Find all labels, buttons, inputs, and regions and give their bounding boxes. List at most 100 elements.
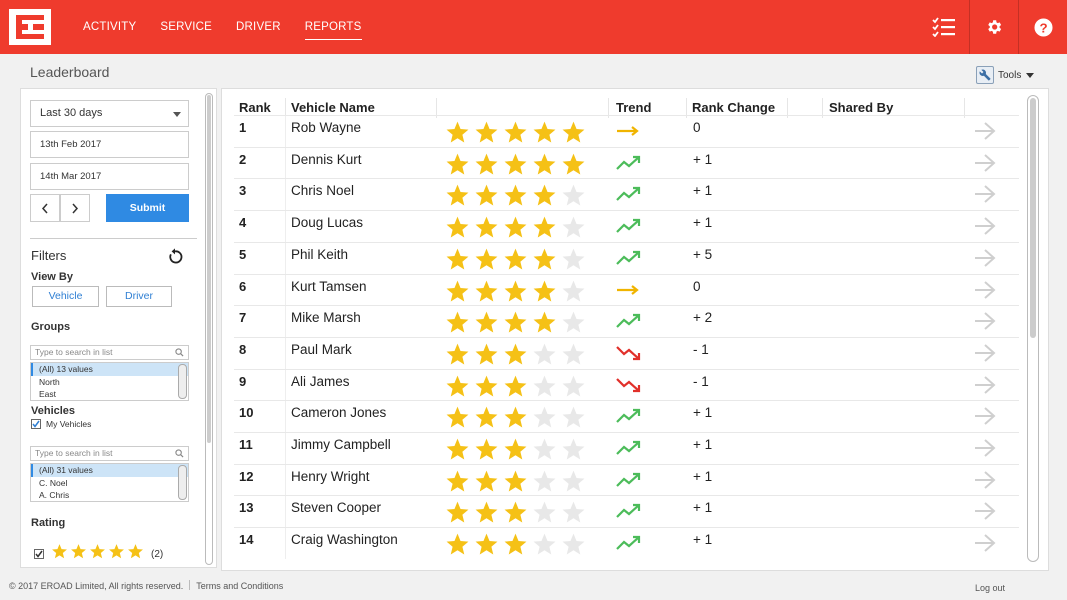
nav-activity[interactable]: ACTIVITY (83, 0, 136, 54)
rating-stars (445, 405, 590, 435)
list-scrollbar[interactable] (178, 465, 187, 500)
table-row[interactable]: 11 Jimmy Campbell + 1 (234, 432, 1019, 464)
arrow-right-icon[interactable] (974, 344, 996, 367)
vehicles-label: Vehicles (31, 405, 76, 417)
tools-label: Tools (998, 69, 1022, 81)
arrow-right-icon[interactable] (974, 153, 996, 177)
previous-period-button[interactable] (30, 194, 60, 222)
nav-service[interactable]: SERVICE (160, 0, 212, 54)
star-empty-icon (532, 532, 557, 562)
arrow-right-icon[interactable] (974, 312, 996, 335)
arrow-right-icon[interactable] (974, 122, 996, 145)
arrow-right-icon[interactable] (974, 217, 996, 240)
table-row[interactable]: 3 Chris Noel + 1 (234, 178, 1019, 213)
star-filled-icon (445, 532, 470, 562)
arrow-right-icon[interactable] (974, 502, 996, 525)
list-item[interactable]: (All) 31 values (31, 464, 188, 477)
list-item[interactable]: (All) 13 values (31, 363, 188, 376)
date-to-field[interactable]: 14th Mar 2017 (30, 163, 189, 190)
terms-link[interactable]: Terms and Conditions (196, 581, 283, 591)
date-from-field[interactable]: 13th Feb 2017 (30, 131, 189, 158)
star-filled-icon (532, 310, 557, 340)
my-vehicles-checkbox[interactable]: My Vehicles (31, 419, 91, 429)
nav-driver[interactable]: DRIVER (236, 0, 281, 54)
table-row[interactable]: 6 Kurt Tamsen 0 (234, 273, 1019, 309)
period-select[interactable]: Last 30 days (30, 100, 189, 127)
tools-menu[interactable]: Tools (976, 66, 1035, 84)
star-empty-icon (561, 500, 586, 530)
rank-change-cell: + 1 (693, 500, 713, 516)
table-row[interactable]: 9 Ali James - 1 (234, 368, 1019, 404)
column-header-shared-by[interactable]: Shared By (829, 100, 893, 115)
star-filled-icon (474, 500, 499, 530)
star-filled-icon (503, 120, 528, 150)
eroad-logo[interactable] (9, 9, 51, 45)
star-empty-icon (532, 437, 557, 467)
star-empty-icon (561, 469, 586, 499)
table-scrollbar[interactable] (1027, 95, 1039, 562)
sidebar-scrollbar[interactable] (205, 93, 213, 565)
vehicle-name-cell: Rob Wayne (291, 120, 362, 135)
column-header-vehicle-name[interactable]: Vehicle Name (291, 100, 375, 115)
table-row[interactable]: 8 Paul Mark - 1 (234, 336, 1019, 372)
column-header-rank[interactable]: Rank (239, 100, 271, 115)
table-row[interactable]: 4 Doug Lucas + 1 (234, 210, 1019, 243)
list-scrollbar[interactable] (178, 364, 187, 399)
checklist-icon[interactable] (919, 0, 969, 54)
gear-icon[interactable] (969, 0, 1018, 54)
arrow-right-icon[interactable] (974, 249, 996, 272)
reset-filters-icon[interactable] (166, 248, 184, 266)
submit-button[interactable]: Submit (106, 194, 189, 222)
list-item[interactable]: North (31, 376, 188, 389)
star-filled-icon (70, 543, 87, 565)
vehicles-search-input[interactable]: Type to search in list (30, 446, 189, 461)
rank-change-cell: + 5 (693, 246, 713, 262)
table-row[interactable]: 5 Phil Keith + 5 (234, 241, 1019, 277)
logout-link[interactable]: Log out (975, 583, 1005, 593)
rating-label: Rating (31, 517, 66, 529)
star-filled-icon (503, 310, 528, 340)
star-empty-icon (561, 279, 586, 309)
star-filled-icon (445, 374, 470, 404)
star-filled-icon (445, 469, 470, 499)
view-by-vehicle-button[interactable]: Vehicle (32, 286, 99, 307)
star-filled-icon (532, 183, 557, 213)
list-item[interactable]: A. Chris (31, 489, 188, 501)
rating-filter-option[interactable]: (2) (34, 543, 163, 565)
rank-change-cell: + 1 (693, 437, 713, 452)
column-header-trend[interactable]: Trend (616, 100, 651, 115)
my-vehicles-label: My Vehicles (46, 419, 92, 429)
vehicle-name-cell: Cameron Jones (291, 405, 387, 421)
star-filled-icon (445, 342, 470, 372)
next-period-button[interactable] (60, 194, 90, 222)
table-row[interactable]: 12 Henry Wright + 1 (234, 463, 1019, 499)
trend-up-icon (616, 503, 642, 524)
rank-change-cell: + 1 (693, 215, 713, 231)
help-icon[interactable]: ? (1018, 0, 1067, 54)
list-item[interactable]: C. Noel (31, 477, 188, 490)
arrow-right-icon[interactable] (974, 407, 996, 430)
arrow-right-icon[interactable] (974, 185, 996, 208)
arrow-right-icon[interactable] (974, 375, 996, 399)
view-by-driver-button[interactable]: Driver (106, 286, 172, 307)
arrow-right-icon[interactable] (974, 534, 996, 557)
table-row[interactable]: 14 Craig Washington + 1 (234, 527, 1019, 562)
arrow-right-icon[interactable] (974, 470, 996, 494)
nav-reports[interactable]: REPORTS (304, 0, 362, 54)
page-title: Leaderboard (30, 64, 110, 80)
star-filled-icon (445, 310, 470, 340)
table-row[interactable]: 10 Cameron Jones + 1 (234, 400, 1019, 435)
table-row[interactable]: 7 Mike Marsh + 2 (234, 305, 1019, 340)
star-filled-icon (532, 247, 557, 277)
table-row[interactable]: 13 Steven Cooper + 1 (234, 495, 1019, 530)
table-row[interactable]: 1 Rob Wayne 0 (234, 115, 1019, 147)
column-header-rank-change[interactable]: Rank Change (692, 100, 775, 115)
main-nav: ACTIVITY SERVICE DRIVER REPORTS (83, 0, 386, 54)
rating-stars (445, 437, 590, 467)
list-item[interactable]: East (31, 388, 188, 400)
arrow-right-icon[interactable] (974, 439, 996, 462)
groups-search-input[interactable]: Type to search in list (30, 345, 189, 360)
star-filled-icon (51, 543, 68, 565)
arrow-right-icon[interactable] (974, 280, 996, 304)
table-row[interactable]: 2 Dennis Kurt + 1 (234, 146, 1019, 179)
